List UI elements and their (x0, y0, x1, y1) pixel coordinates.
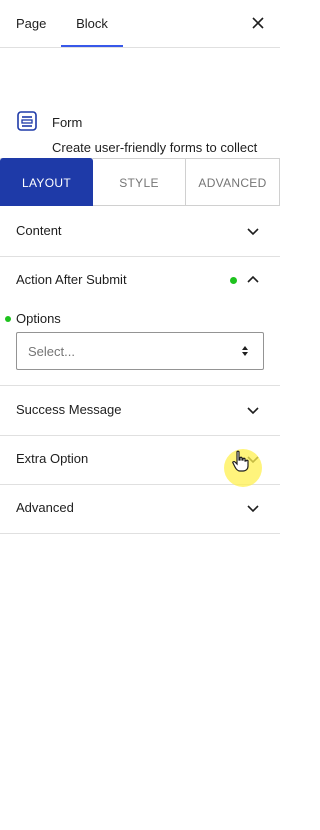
panel-label: Extra Option (16, 451, 89, 466)
tab-block[interactable]: Block (61, 0, 123, 47)
chevron-up-icon (247, 275, 259, 283)
block-card: Form Create user-friendly forms to colle… (0, 48, 280, 173)
panel-action-after-submit[interactable]: Action After Submit (0, 256, 280, 299)
panel-label: Advanced (16, 500, 74, 515)
options-modified-indicator (5, 316, 11, 322)
block-title: Form (52, 115, 83, 130)
form-icon (17, 111, 37, 131)
panel-label: Content (16, 223, 62, 238)
panel-advanced[interactable]: Advanced (0, 484, 280, 534)
panel-success-message[interactable]: Success Message (0, 386, 280, 436)
tab-style[interactable]: STYLE (93, 158, 186, 206)
chevron-down-icon (247, 407, 259, 415)
panel-label: Action After Submit (16, 272, 127, 287)
tab-page[interactable]: Page (16, 0, 46, 47)
sidebar-tabs: Page Block (0, 0, 280, 48)
close-button[interactable] (248, 13, 268, 33)
chevron-down-icon (247, 228, 259, 236)
modified-indicator (230, 277, 237, 284)
options-select-value: Select... (28, 344, 75, 359)
tab-layout[interactable]: LAYOUT (0, 158, 93, 206)
close-icon (252, 17, 264, 29)
hand-cursor-icon (232, 450, 249, 472)
settings-segmented-control: LAYOUT STYLE ADVANCED (0, 158, 280, 206)
panel-content[interactable]: Content (0, 207, 280, 257)
panel-label: Success Message (16, 402, 122, 417)
tab-advanced[interactable]: ADVANCED (186, 158, 280, 206)
options-select[interactable]: Select... (16, 332, 264, 370)
chevron-down-icon (247, 505, 259, 513)
options-label: Options (16, 311, 61, 326)
sort-arrows-icon (242, 346, 248, 356)
